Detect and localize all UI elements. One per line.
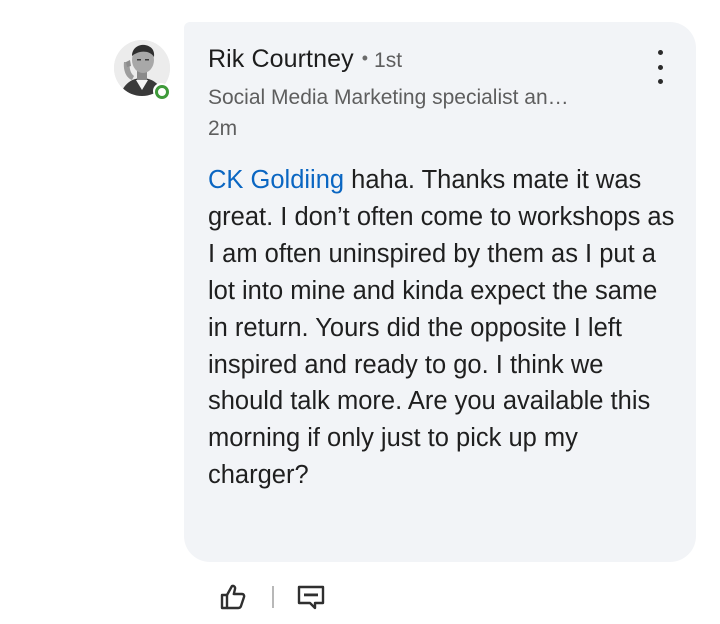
author-headline: Social Media Marketing specialist an… <box>208 86 569 109</box>
online-status-icon <box>153 83 169 99</box>
comment-timestamp: 2m <box>208 117 238 140</box>
more-options-vertical-icon <box>657 50 663 55</box>
actions-divider <box>272 586 274 608</box>
avatar-container[interactable] <box>110 40 174 104</box>
like-button[interactable] <box>216 580 250 614</box>
author-row: Rik Courtney • 1st <box>208 45 402 74</box>
reply-comment-icon <box>297 585 325 610</box>
more-options-dot <box>657 79 663 84</box>
comment-item: Rik Courtney • 1st Social Media Marketin… <box>0 0 720 624</box>
comment-text: CK Goldiing haha. Thanks mate it was gre… <box>208 162 678 494</box>
more-options-dot <box>657 64 663 70</box>
comment-actions <box>216 580 328 614</box>
author-name[interactable]: Rik Courtney <box>208 45 354 74</box>
connection-degree: 1st <box>374 49 403 72</box>
comment-bubble: Rik Courtney • 1st Social Media Marketin… <box>184 22 696 562</box>
mention-link[interactable]: CK Goldiing <box>208 166 344 194</box>
thumbs-up-icon <box>220 584 246 610</box>
degree-separator: • <box>361 48 369 68</box>
more-options-button[interactable] <box>650 50 670 84</box>
reply-button[interactable] <box>294 580 328 614</box>
comment-body: haha. Thanks mate it was great. I don’t … <box>208 166 675 490</box>
